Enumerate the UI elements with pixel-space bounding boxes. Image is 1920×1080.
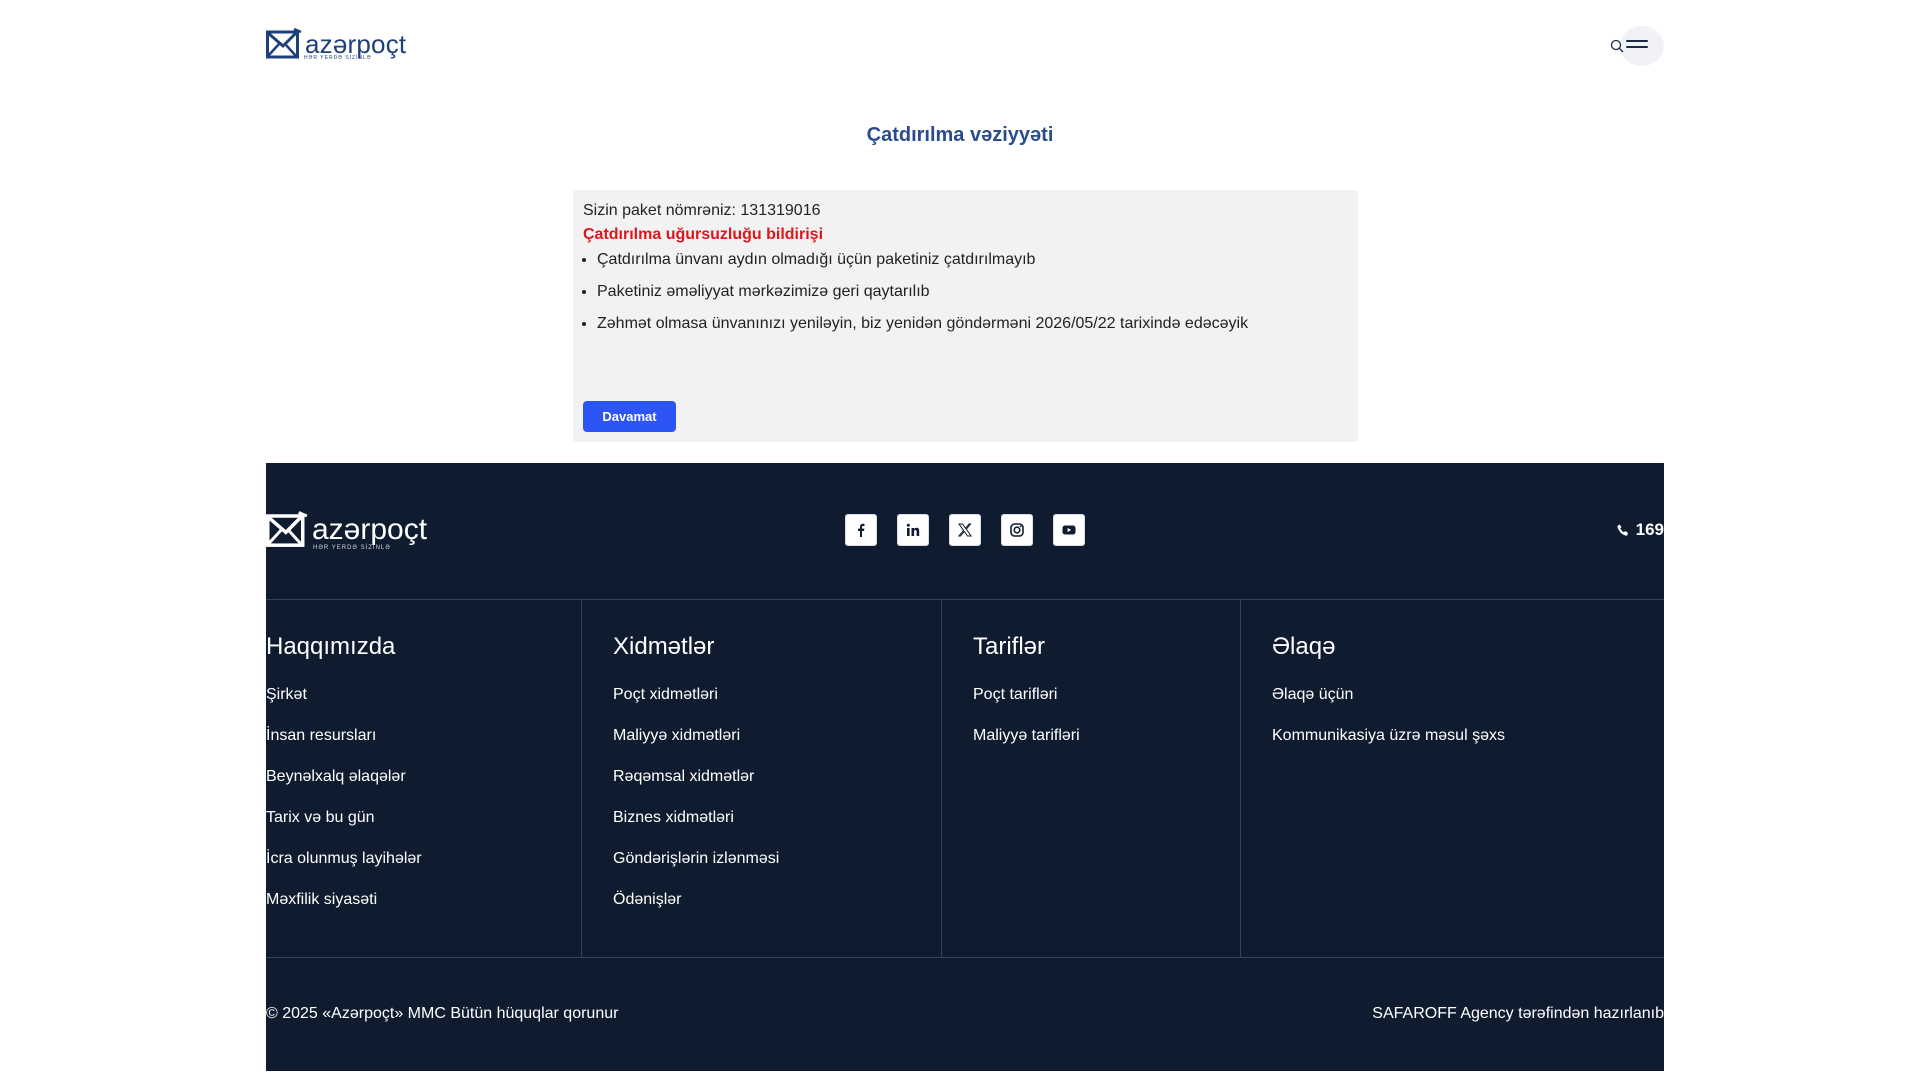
status-item: Zəhmət olmasa ünvanınızı yeniləyin, biz …: [597, 314, 1248, 333]
youtube-link[interactable]: [1053, 514, 1085, 546]
footer-link[interactable]: Biznes xidmətləri: [613, 808, 779, 827]
footer-link[interactable]: Beynəlxalq əlaqələr: [266, 767, 422, 786]
phone-icon: [1616, 523, 1628, 536]
footer-column-services: Xidmətlər Poçt xidmətləri Maliyyə xidmət…: [613, 633, 779, 931]
footer-divider: [266, 599, 1664, 600]
failure-notice-title: Çatdırılma uğursuzluğu bildirişi: [583, 226, 824, 243]
column-divider: [941, 600, 942, 957]
delivery-status-card: Sizin paket nömrəniz: 131319016 Çatdırıl…: [573, 190, 1358, 442]
envelope-logo-icon: [266, 511, 308, 547]
linkedin-link[interactable]: [897, 514, 929, 546]
column-divider: [1240, 600, 1241, 957]
footer-link[interactable]: Şirkət: [266, 685, 422, 704]
header: azərpoçt HƏR YERDƏ SİZİNLƏ: [266, 26, 1664, 86]
footer: azərpoçt HƏR YERDƏ SİZİNLƏ 169 Haqqımızd…: [266, 463, 1664, 1071]
footer-logo-tagline: HƏR YERDƏ SİZİNLƏ: [313, 545, 391, 551]
youtube-icon: [1062, 525, 1076, 535]
footer-link[interactable]: İcra olunmuş layihələr: [266, 849, 422, 868]
menu-icon: [1626, 40, 1648, 50]
social-links: [845, 514, 1085, 546]
footer-link[interactable]: Rəqəmsal xidmətlər: [613, 767, 779, 786]
footer-logo[interactable]: azərpoçt HƏR YERDƏ SİZİNLƏ: [266, 511, 428, 551]
column-divider: [581, 600, 582, 957]
footer-link[interactable]: Kommunikasiya üzrə məsul şəxs: [1272, 726, 1505, 745]
x-link[interactable]: [949, 514, 981, 546]
column-title: Haqqımızda: [266, 633, 396, 660]
header-logo[interactable]: azərpoçt HƏR YERDƏ SİZİNLƏ: [266, 28, 407, 61]
status-item: Çatdırılma ünvanı aydın olmadığı üçün pa…: [597, 250, 1248, 269]
copyright-text: © 2025 «Azərpoçt» MMC Bütün hüquqlar qor…: [266, 1005, 619, 1022]
page: azərpoçt HƏR YERDƏ SİZİNLƏ Çatdırılma və…: [0, 0, 1920, 1080]
facebook-link[interactable]: [845, 514, 877, 546]
envelope-logo-icon: [266, 28, 302, 59]
footer-divider: [266, 957, 1664, 958]
facebook-icon: [858, 523, 865, 537]
phone-contact[interactable]: 169: [1616, 520, 1664, 540]
package-number: Sizin paket nömrəniz: 131319016: [583, 202, 821, 219]
footer-link[interactable]: Məxfilik siyasəti: [266, 890, 422, 909]
phone-number: 169: [1635, 520, 1664, 539]
footer-link[interactable]: Poçt tarifləri: [973, 685, 1080, 704]
menu-button[interactable]: [1610, 26, 1664, 66]
column-title: Xidmətlər: [613, 633, 715, 660]
status-list: Çatdırılma ünvanı aydın olmadığı üçün pa…: [583, 250, 1248, 346]
footer-link[interactable]: Maliyyə xidmətləri: [613, 726, 779, 745]
footer-link[interactable]: Poçt xidmətləri: [613, 685, 779, 704]
column-title: Tariflər: [973, 633, 1046, 660]
footer-link[interactable]: Tarix və bu gün: [266, 808, 422, 827]
column-title: Əlaqə: [1272, 633, 1336, 660]
footer-link[interactable]: İnsan resursları: [266, 726, 422, 745]
linkedin-icon: [906, 523, 920, 536]
logo-wordmark: azərpoçt: [305, 29, 407, 59]
footer-column-contact: Əlaqə Əlaqə üçün Kommunikasiya üzrə məsu…: [1272, 633, 1505, 767]
footer-link[interactable]: Ödənişlər: [613, 890, 779, 909]
status-item: Paketiniz əməliyyat mərkəzimizə geri qay…: [597, 282, 1248, 301]
footer-link[interactable]: Göndərişlərin izlənməsi: [613, 849, 779, 868]
page-title: Çatdırılma vəziyyəti: [866, 124, 1054, 146]
x-icon: [957, 523, 972, 537]
continue-button[interactable]: Davamat: [583, 401, 676, 432]
instagram-link[interactable]: [1001, 514, 1033, 546]
footer-logo-wordmark: azərpoçt: [312, 513, 428, 546]
footer-link[interactable]: Əlaqə üçün: [1272, 685, 1505, 704]
logo-tagline: HƏR YERDƏ SİZİNLƏ: [304, 55, 372, 61]
footer-link[interactable]: Maliyyə tarifləri: [973, 726, 1080, 745]
search-icon: [1610, 39, 1624, 53]
agency-credit-link[interactable]: SAFAROFF Agency tərəfindən hazırlanıb: [1372, 1005, 1664, 1023]
instagram-icon: [1010, 523, 1024, 537]
footer-column-about: Haqqımızda Şirkət İnsan resursları Beynə…: [266, 633, 422, 931]
footer-column-tariffs: Tariflər Poçt tarifləri Maliyyə tariflər…: [973, 633, 1080, 767]
